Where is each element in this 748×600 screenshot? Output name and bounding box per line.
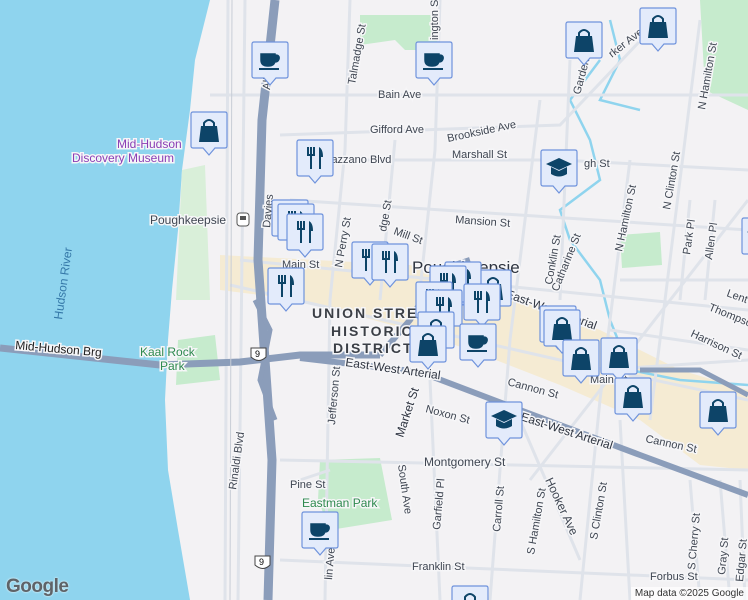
shopping-marker[interactable] [562, 339, 600, 384]
street-label: Montgomery St [424, 455, 506, 469]
restaurant-marker[interactable] [267, 267, 305, 312]
coffee-marker[interactable] [415, 41, 453, 86]
train-station-icon [236, 212, 250, 227]
route-number: 9 [259, 557, 264, 567]
district-label: DISTRICT [333, 340, 414, 356]
coffee-marker[interactable] [459, 323, 497, 368]
route-number: 9 [255, 349, 260, 359]
shopping-marker[interactable] [190, 111, 228, 156]
school-marker[interactable] [485, 401, 523, 446]
school-marker[interactable] [540, 149, 578, 194]
coffee-marker[interactable] [251, 41, 289, 86]
park-label: Park [160, 359, 186, 373]
station-label: Poughkeepsie [150, 213, 226, 227]
district-label: HISTORIC [331, 323, 414, 339]
restaurant-marker[interactable] [371, 243, 409, 288]
park-label: Eastman Park [302, 496, 378, 510]
street-label: gh St [584, 158, 610, 170]
poi-label: Mid-Hudson [117, 137, 182, 151]
shopping-marker[interactable] [451, 585, 489, 600]
shopping-marker[interactable] [409, 325, 447, 370]
shopping-marker[interactable] [600, 337, 638, 382]
shopping-marker[interactable] [565, 21, 603, 66]
map-canvas[interactable]: Talmadge St ington St Bain Ave Gifford A… [0, 0, 748, 600]
route-9-shield: 9 [250, 347, 267, 361]
street-label: Franklin St [412, 561, 465, 573]
restaurant-marker[interactable] [463, 283, 501, 328]
street-label: Forbus St [650, 571, 698, 583]
street-label: Marshall St [452, 149, 507, 161]
street-label: Pine St [290, 479, 325, 491]
route-9-shield: 9 [254, 555, 271, 569]
google-logo: Google [6, 576, 69, 597]
shopping-marker[interactable] [639, 7, 677, 52]
map-attribution[interactable]: Map data ©2025 Google [630, 587, 748, 600]
street-label: Bain Ave [378, 89, 421, 101]
coffee-marker[interactable] [301, 511, 339, 556]
shopping-marker[interactable] [699, 391, 737, 436]
shopping-marker[interactable] [614, 377, 652, 422]
street-label: Gifford Ave [370, 124, 424, 136]
restaurant-marker[interactable] [286, 213, 324, 258]
poi-label: Discovery Museum [72, 151, 174, 165]
restaurant-marker[interactable] [296, 139, 334, 184]
park-label: Kaal Rock [140, 345, 196, 359]
street-label: ington St [429, 0, 441, 40]
